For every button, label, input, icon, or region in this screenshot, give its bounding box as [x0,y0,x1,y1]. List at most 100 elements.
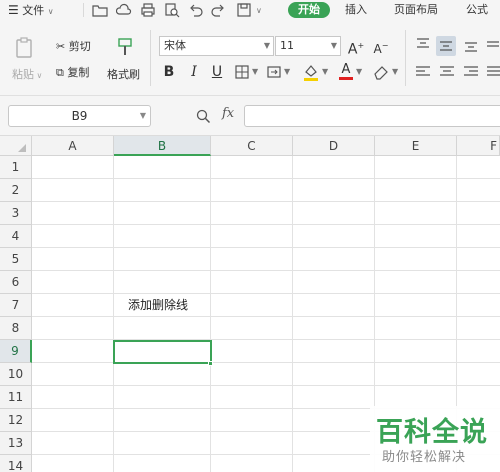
row-header-9[interactable]: 9 [0,340,32,363]
format-painter-label[interactable]: 格式刷 [107,66,140,82]
chevron-down-icon[interactable]: ▼ [252,67,258,76]
file-menu-label: 文件 [22,4,45,17]
hamburger-icon: ☰ [8,3,19,17]
gridline [32,316,500,317]
paste-button[interactable]: 粘贴 ∨ [12,66,42,82]
gridline [292,156,293,472]
chevron-down-icon[interactable]: ▼ [392,67,398,76]
copy-icon: ⧉ [56,66,64,79]
file-menu[interactable]: ☰ 文件 ∨ [8,2,54,18]
cloud-sync-icon[interactable] [116,2,132,18]
borders-icon[interactable] [234,64,250,80]
align-top-icon[interactable] [414,36,432,54]
gridline [32,178,500,179]
folder-open-icon[interactable] [92,2,108,18]
align-middle-icon[interactable] [436,36,456,56]
tab-formulas[interactable]: 公式 [466,2,488,18]
print-icon[interactable] [140,2,156,18]
gridline [113,156,114,472]
format-painter-icon[interactable] [114,36,136,58]
gridline [32,339,500,340]
chevron-down-icon: ▼ [330,41,337,50]
row-header-3[interactable]: 3 [0,202,32,225]
tab-page-layout[interactable]: 页面布局 [394,2,438,18]
row-header-8[interactable]: 8 [0,317,32,340]
fill-color-icon[interactable] [302,62,320,82]
font-size-select[interactable]: 11 ▼ [275,36,341,56]
row-header-13[interactable]: 13 [0,432,32,455]
fill-handle[interactable] [208,361,213,366]
align-bottom-icon[interactable] [462,36,480,54]
save-icon[interactable] [236,2,252,18]
wrap-text-icon[interactable] [486,36,500,54]
gridline [210,156,211,472]
paste-icon[interactable] [14,36,36,60]
chevron-down-icon: ▼ [263,41,270,50]
name-box[interactable]: B9 ▼ [8,105,151,127]
watermark-subtitle: 助你轻松解决 [382,450,467,465]
increase-font-icon[interactable]: A+ [346,36,366,58]
ribbon-toolbar: 粘贴 ∨ ✂ 剪切 ⧉ 复制 格式刷 宋体 ▼ 11 ▼ A+ A− B I U… [0,20,500,96]
column-header-e[interactable]: E [375,136,457,156]
paste-label: 粘贴 [12,68,34,81]
column-header-d[interactable]: D [293,136,375,156]
select-all-icon [18,144,26,152]
align-right-icon[interactable] [462,64,480,80]
chevron-down-icon[interactable]: ▼ [284,67,290,76]
chevron-down-icon[interactable]: ▼ [356,67,362,76]
font-name-value: 宋体 [164,39,186,52]
cell-b7[interactable]: 添加删除线 [128,294,188,317]
copy-button[interactable]: ⧉ 复制 [56,64,89,80]
row-header-1[interactable]: 1 [0,156,32,179]
redo-icon[interactable] [210,2,226,18]
scissors-icon: ✂ [56,40,66,53]
row-header-5[interactable]: 5 [0,248,32,271]
active-cell-b9[interactable] [113,340,212,364]
decrease-font-icon[interactable]: A− [371,36,391,56]
column-header-c[interactable]: C [211,136,293,156]
divider [83,3,84,17]
tab-insert[interactable]: 插入 [345,2,367,18]
gridline [32,201,500,202]
row-header-10[interactable]: 10 [0,363,32,386]
copy-label: 复制 [67,66,90,79]
row-header-4[interactable]: 4 [0,225,32,248]
menu-bar: ☰ 文件 ∨ ∨ 开始 插入 页面布局 公式 [0,0,500,20]
divider [150,30,151,86]
zoom-search-icon[interactable] [195,108,211,124]
row-header-2[interactable]: 2 [0,179,32,202]
font-size-value: 11 [280,39,294,52]
justify-icon[interactable] [486,64,500,80]
align-center-icon[interactable] [438,64,456,80]
chevron-down-icon[interactable]: ∨ [256,3,262,19]
column-header-f[interactable]: F [457,136,500,156]
formula-input[interactable] [244,105,500,127]
column-header-a[interactable]: A [32,136,114,156]
row-header-11[interactable]: 11 [0,386,32,409]
row-header-6[interactable]: 6 [0,271,32,294]
chevron-down-icon: ∨ [47,7,54,16]
gridline [32,247,500,248]
fx-icon[interactable]: fx [222,106,234,121]
select-all-corner[interactable] [0,136,32,156]
print-preview-icon[interactable] [164,2,180,18]
row-header-12[interactable]: 12 [0,409,32,432]
watermark-logo: 百科全说 助你轻松解决 [370,406,500,472]
divider [405,30,406,86]
underline-button[interactable]: U [207,62,227,82]
bold-button[interactable]: B [159,62,179,82]
undo-icon[interactable] [188,2,204,18]
chevron-down-icon[interactable]: ▼ [322,67,328,76]
font-name-select[interactable]: 宋体 ▼ [159,36,274,56]
merge-cells-icon[interactable] [266,64,282,80]
row-header-7[interactable]: 7 [0,294,32,317]
italic-button[interactable]: I [184,62,204,82]
font-color-icon[interactable]: A [336,60,356,80]
column-header-b[interactable]: B [114,136,211,156]
cut-button[interactable]: ✂ 剪切 [56,38,91,54]
eraser-icon[interactable] [372,64,390,80]
align-left-icon[interactable] [414,64,432,80]
row-header-14[interactable]: 14 [0,455,32,472]
tab-home[interactable]: 开始 [288,2,330,18]
gridline [32,385,500,386]
